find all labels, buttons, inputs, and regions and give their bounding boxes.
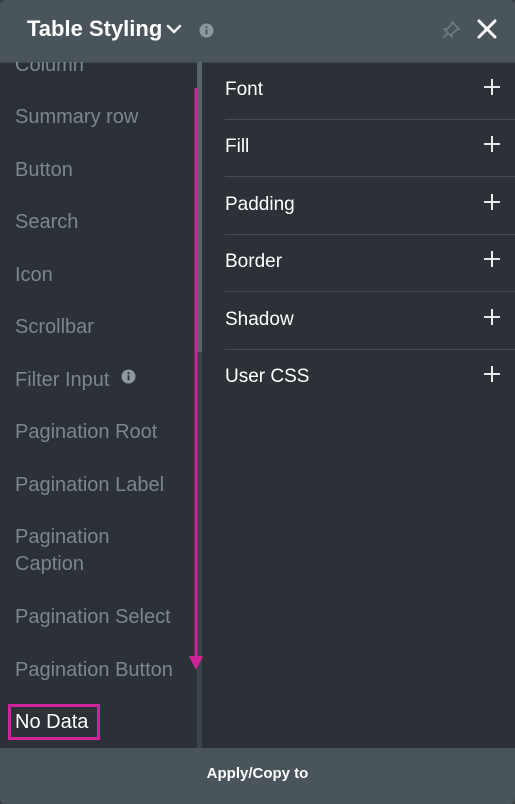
section-label: User CSS [225, 366, 310, 387]
style-target-list: Column Summary row Button Search Icon Sc… [0, 62, 197, 748]
sidebar-item-filter-input[interactable]: Filter Input [15, 367, 136, 394]
panel-header: Table Styling [0, 0, 515, 63]
sidebar-item-pagination-caption[interactable]: Pagination Caption [15, 524, 165, 578]
pin-icon[interactable] [441, 20, 461, 45]
style-sections: Font Fill Padding Border Shadow User CSS [203, 62, 515, 748]
sidebar-item-search[interactable]: Search [15, 209, 78, 236]
section-padding[interactable]: Padding [225, 177, 515, 235]
plus-icon[interactable] [483, 135, 501, 158]
section-label: Fill [225, 136, 250, 157]
sidebar-item-pagination-label[interactable]: Pagination Label [15, 472, 164, 499]
panel-title: Table Styling [27, 16, 163, 41]
section-shadow[interactable]: Shadow [225, 292, 515, 350]
sidebar-item-pagination-root[interactable]: Pagination Root [15, 419, 157, 446]
info-icon[interactable] [121, 365, 136, 392]
section-user-css[interactable]: User CSS [225, 349, 515, 406]
sidebar-item-scrollbar[interactable]: Scrollbar [15, 314, 94, 341]
plus-icon[interactable] [483, 365, 501, 388]
sidebar-item-pagination-button[interactable]: Pagination Button [15, 657, 173, 684]
plus-icon[interactable] [483, 78, 501, 101]
close-icon[interactable] [476, 18, 498, 45]
section-label: Padding [225, 194, 295, 215]
panel-footer: Apply/Copy to [0, 748, 515, 804]
section-label: Border [225, 251, 283, 272]
sidebar-item-label: Filter Input [15, 369, 110, 391]
sidebar-item-button[interactable]: Button [15, 157, 73, 184]
sidebar-item-column[interactable]: Column [15, 62, 84, 79]
scroll-arrow-annotation [189, 88, 203, 670]
section-border[interactable]: Border [225, 234, 515, 292]
sidebar-item-icon[interactable]: Icon [15, 262, 53, 289]
section-fill[interactable]: Fill [225, 119, 515, 177]
plus-icon[interactable] [483, 308, 501, 331]
apply-copy-button[interactable]: Apply/Copy to [0, 748, 515, 804]
table-styling-panel: Table Styling Column Summary row Button … [0, 0, 515, 804]
plus-icon[interactable] [483, 250, 501, 273]
selection-highlight [8, 704, 100, 740]
section-label: Font [225, 79, 264, 100]
plus-icon[interactable] [483, 193, 501, 216]
info-icon[interactable] [199, 23, 214, 43]
chevron-down-icon[interactable] [166, 22, 182, 40]
section-label: Shadow [225, 309, 294, 330]
section-font[interactable]: Font [225, 62, 515, 120]
sidebar-item-pagination-select[interactable]: Pagination Select [15, 604, 171, 631]
sidebar-item-summary-row[interactable]: Summary row [15, 104, 138, 131]
